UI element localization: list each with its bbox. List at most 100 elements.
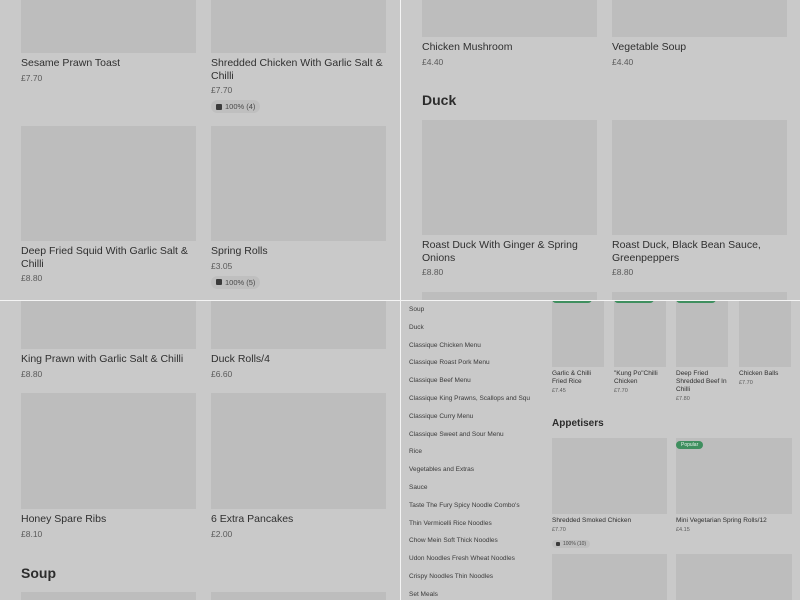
menu-item-card[interactable]: 6 Extra Pancakes £2.00 [211,393,386,539]
menu-item-card[interactable] [422,292,597,300]
menu-item-card[interactable]: Roast Duck With Ginger & Spring Onions £… [422,120,597,277]
popular-ribbon [614,301,654,303]
item-price: £7.45 [552,388,566,394]
menu-item-card[interactable]: Chicken Mushroom £4.40 [422,0,597,67]
item-price: £7.70 [21,72,43,83]
sidebar-item-duck[interactable]: Duck [409,319,537,337]
item-image [612,292,787,300]
item-price: £6.60 [211,368,233,379]
menu-panel-bottom-right: Soup Duck Classique Chicken Menu Classiq… [401,301,800,600]
item-price: £8.80 [422,267,444,277]
item-name: Vegetable Soup [612,41,687,53]
item-image [614,301,666,367]
thumbs-up-icon [556,542,560,546]
rating-text: 100% (5) [225,277,256,287]
item-price: £7.80 [676,396,690,402]
menu-item-card[interactable]: Popular Mini Vegetarian Spring Rolls/12 … [676,438,792,533]
item-image [21,393,196,509]
menu-item-card[interactable]: Roast Duck, Black Bean Sauce, Greenpeppe… [612,120,787,277]
quadrant-divider-horizontal [0,300,800,301]
item-price: £3.05 [211,260,233,271]
popular-item-card[interactable]: "Kung Po"Chilli Chicken £7.70 [614,301,666,394]
item-price: £4.15 [676,527,690,533]
menu-item-card[interactable]: Duck Rolls/4 £6.60 [211,301,386,379]
item-price: £2.00 [211,528,233,539]
menu-panel-top-right: Chicken Mushroom £4.40 Vegetable Soup £4… [401,0,800,300]
item-image [552,438,667,514]
rating-text: 100% (10) [563,541,587,547]
category-sidebar: Soup Duck Classique Chicken Menu Classiq… [409,301,537,600]
item-image [21,301,196,349]
item-price: £4.40 [422,56,444,67]
item-name: Mini Vegetarian Spring Rolls/12 [676,517,767,524]
section-title-soup: Soup [21,565,56,581]
item-image: Popular [676,438,792,514]
item-image [211,301,386,349]
sidebar-item-rice[interactable]: Rice [409,443,537,461]
menu-item-card[interactable]: Shredded Smoked Chicken £7.70 100% (10) [552,438,667,551]
thumbs-up-icon [216,279,222,285]
item-name: Roast Duck, Black Bean Sauce, Greenpeppe… [612,239,761,264]
item-name: Shredded Chicken With Garlic Salt & Chil… [211,57,383,82]
menu-item-card[interactable]: Spring Rolls £3.05 100% (5) [211,126,386,290]
item-image [676,301,728,367]
sidebar-item-chow-mein[interactable]: Chow Mein Soft Thick Noodles [409,532,537,550]
sidebar-item-crispy-noodles[interactable]: Crispy Noodles Thin Noodles [409,568,537,586]
item-image [612,120,787,235]
rating-badge: 100% (10) [552,540,591,548]
item-name: Sesame Prawn Toast [21,57,121,69]
sidebar-item-classique-beef[interactable]: Classique Beef Menu [409,372,537,390]
sidebar-item-sauce[interactable]: Sauce [409,479,537,497]
menu-item-card[interactable] [211,592,386,600]
item-image [612,0,787,37]
sidebar-item-udon[interactable]: Udon Noodles Fresh Wheat Noodles [409,550,537,568]
sidebar-item-classique-curry[interactable]: Classique Curry Menu [409,408,537,426]
menu-panel-top-left: Sesame Prawn Toast £7.70 Shredded Chicke… [0,0,400,300]
sidebar-item-classique-king-prawns[interactable]: Classique King Prawns, Scallops and Squ [409,390,537,408]
item-name: Spring Rolls [211,245,268,257]
sidebar-item-vegetables[interactable]: Vegetables and Extras [409,461,537,479]
item-image [21,0,196,53]
menu-item-card[interactable] [21,592,196,600]
item-image [211,592,386,600]
item-name: Roast Duck With Ginger & Spring Onions [422,239,578,264]
item-name: Honey Spare Ribs [21,513,107,525]
item-image [21,592,196,600]
popular-item-card[interactable]: Garlic & Chilli Fried Rice £7.45 [552,301,604,394]
sidebar-item-soup[interactable]: Soup [409,301,537,319]
menu-item-card[interactable]: Shredded Chicken With Garlic Salt & Chil… [211,0,386,115]
item-name: "Kung Po"Chilli Chicken [614,370,658,385]
item-price: £8.10 [21,528,43,539]
sidebar-item-set-meals[interactable]: Set Meals [409,586,537,600]
item-name: Deep Fried Squid With Garlic Salt & Chil… [21,245,188,270]
menu-item-card[interactable] [552,554,667,600]
section-title-duck: Duck [422,92,457,108]
menu-item-card[interactable]: Vegetable Soup £4.40 [612,0,787,67]
popular-item-card[interactable]: Deep Fried Shredded Beef In Chilli £7.80 [676,301,728,402]
menu-item-card[interactable]: Deep Fried Squid With Garlic Salt & Chil… [21,126,196,283]
popular-ribbon [676,301,716,303]
menu-panel-bottom-left: King Prawn with Garlic Salt & Chilli £8.… [0,301,400,600]
menu-item-card[interactable]: Sesame Prawn Toast £7.70 [21,0,196,83]
sidebar-item-noodle-combos[interactable]: Taste The Fury Spicy Noodle Combo's [409,497,537,515]
menu-item-card[interactable]: Honey Spare Ribs £8.10 [21,393,196,539]
item-image [211,393,386,509]
popular-badge: Popular [676,441,704,449]
section-title-appetisers: Appetisers [552,418,604,429]
sidebar-item-classique-sweet-sour[interactable]: Classique Sweet and Sour Menu [409,426,537,444]
sidebar-item-classique-roast-pork[interactable]: Classique Roast Pork Menu [409,354,537,372]
item-name: Shredded Smoked Chicken [552,517,632,524]
rating-text: 100% (4) [225,102,256,111]
menu-item-card[interactable] [612,292,787,300]
item-image [422,292,597,300]
sidebar-item-classique-chicken[interactable]: Classique Chicken Menu [409,337,537,355]
item-name: King Prawn with Garlic Salt & Chilli [21,353,184,365]
menu-item-card[interactable]: King Prawn with Garlic Salt & Chilli £8.… [21,301,196,379]
sidebar-item-vermicelli[interactable]: Thin Vermicelli Rice Noodles [409,515,537,533]
item-name: 6 Extra Pancakes [211,513,294,525]
item-image [21,126,196,241]
item-name: Garlic & Chilli Fried Rice [552,370,592,385]
menu-item-card[interactable] [676,554,792,600]
popular-item-card[interactable]: Chicken Balls £7.70 [739,301,791,386]
item-image [739,301,791,367]
